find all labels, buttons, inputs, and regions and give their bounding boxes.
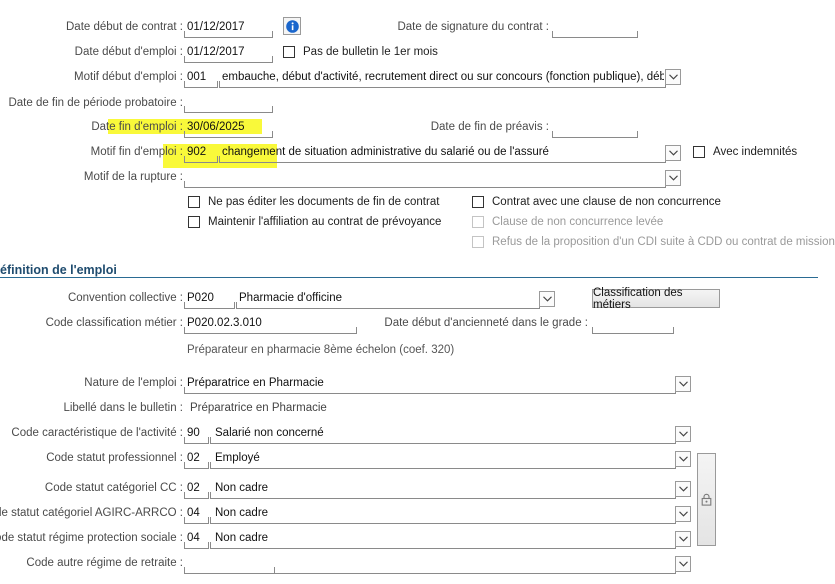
info-icon <box>285 19 299 33</box>
statut-pro-dropdown[interactable] <box>675 451 691 467</box>
autre-regime-dropdown[interactable] <box>675 556 691 572</box>
date-signature-field[interactable] <box>552 31 638 38</box>
chevron-down-icon <box>668 150 678 156</box>
motif-fin-code-field[interactable] <box>184 156 218 163</box>
clause-levee-label: Clause de non concurrence levée <box>492 216 664 228</box>
statut-regime-dropdown[interactable] <box>675 531 691 547</box>
chevron-down-icon <box>678 561 688 567</box>
date-anciennete-field[interactable] <box>592 327 674 334</box>
pas-bulletin-checkbox[interactable] <box>283 46 295 58</box>
statut-agirc-label: Code statut catégoriel AGIRC-ARRCO : <box>0 507 183 519</box>
motif-debut-code-field[interactable] <box>184 81 218 88</box>
date-fin-preavis-label: Date de fin de préavis : <box>430 121 549 133</box>
motif-rupture-dropdown[interactable] <box>665 170 681 186</box>
convention-dropdown[interactable] <box>539 291 555 307</box>
autre-regime-field[interactable] <box>184 567 676 574</box>
date-fin-preavis-field[interactable] <box>552 131 638 138</box>
statut-regime-label: Code statut régime protection sociale : <box>0 532 183 544</box>
motif-rupture-field[interactable] <box>184 181 666 188</box>
statut-pro-text-field[interactable] <box>210 462 676 469</box>
motif-debut-text-field[interactable] <box>219 81 666 88</box>
statut-agirc-dropdown[interactable] <box>675 506 691 522</box>
chevron-down-icon <box>678 536 688 542</box>
avec-indemnites-label: Avec indemnités <box>713 146 798 158</box>
date-debut-emploi-field[interactable] <box>184 56 273 63</box>
motif-fin-label: Motif fin d'emploi : <box>90 146 183 158</box>
chevron-down-icon <box>668 74 678 80</box>
autre-regime-separator <box>274 567 275 574</box>
refus-cdi-label: Refus de la proposition d'un CDI suite à… <box>492 236 835 248</box>
ne-pas-editer-label: Ne pas éditer les documents de fin de co… <box>208 196 440 208</box>
code-activite-text-field[interactable] <box>210 437 676 444</box>
maintenir-affiliation-label: Maintenir l'affiliation au contrat de pr… <box>208 216 442 228</box>
lock-icon <box>701 493 712 506</box>
statut-cat-cc-dropdown[interactable] <box>675 481 691 497</box>
statut-pro-code-field[interactable] <box>184 462 209 469</box>
refus-cdi-checkbox[interactable] <box>472 236 484 248</box>
motif-debut-dropdown[interactable] <box>665 69 681 85</box>
motif-debut-label: Motif début d'emploi : <box>74 71 183 83</box>
clause-levee-checkbox[interactable] <box>472 216 484 228</box>
nature-emploi-field[interactable] <box>184 387 676 394</box>
chevron-down-icon <box>678 511 688 517</box>
clause-non-concurrence-checkbox[interactable] <box>472 196 484 208</box>
chevron-down-icon <box>678 486 688 492</box>
statut-regime-code-field[interactable] <box>184 542 209 549</box>
date-debut-contrat-label: Date début de contrat : <box>66 21 183 33</box>
chevron-down-icon <box>542 296 552 302</box>
avec-indemnites-checkbox[interactable] <box>693 146 705 158</box>
ne-pas-editer-checkbox[interactable] <box>188 196 200 208</box>
libelle-bulletin-value: Préparatrice en Pharmacie <box>190 402 327 414</box>
chevron-down-icon <box>678 381 688 387</box>
statut-pro-label: Code statut professionnel : <box>46 452 183 464</box>
nature-emploi-label: Nature de l'emploi : <box>84 377 183 389</box>
chevron-down-icon <box>678 431 688 437</box>
date-signature-label: Date de signature du contrat : <box>397 21 549 33</box>
date-debut-emploi-label: Date début d'emploi : <box>74 46 183 58</box>
libelle-bulletin-label: Libellé dans le bulletin : <box>63 402 183 414</box>
date-fin-emploi-label: Date fin d'emploi : <box>91 121 183 133</box>
code-classification-field[interactable] <box>184 327 357 334</box>
statut-cat-cc-text-field[interactable] <box>210 492 676 499</box>
section-divider <box>0 277 818 278</box>
code-classification-label: Code classification métier : <box>45 317 183 329</box>
chevron-down-icon <box>668 175 678 181</box>
statut-agirc-code-field[interactable] <box>184 517 209 524</box>
convention-text-field[interactable] <box>236 302 540 309</box>
date-fin-emploi-field[interactable] <box>184 131 273 138</box>
chevron-down-icon <box>678 456 688 462</box>
section-title-emploi: éfinition de l'emploi <box>0 263 117 277</box>
date-anciennete-label: Date début d'ancienneté dans le grade : <box>384 317 588 329</box>
date-fin-probatoire-label: Date de fin de période probatoire : <box>8 97 183 109</box>
classification-metiers-button[interactable]: Classification des métiers <box>592 287 720 311</box>
date-debut-contrat-field[interactable] <box>184 31 273 38</box>
statut-regime-text-field[interactable] <box>210 542 676 549</box>
motif-rupture-label: Motif de la rupture : <box>83 171 183 183</box>
code-activite-dropdown[interactable] <box>675 426 691 442</box>
code-activite-code-field[interactable] <box>184 437 209 444</box>
date-fin-probatoire-field[interactable] <box>184 106 273 113</box>
classification-description: Préparateur en pharmacie 8ème échelon (c… <box>187 344 455 356</box>
lock-button[interactable] <box>697 453 716 546</box>
convention-label: Convention collective : <box>67 292 183 304</box>
motif-fin-text-field[interactable] <box>219 156 666 163</box>
statut-agirc-text-field[interactable] <box>210 517 676 524</box>
clause-non-concurrence-label: Contrat avec une clause de non concurren… <box>492 196 721 208</box>
statut-cat-cc-code-field[interactable] <box>184 492 209 499</box>
pas-bulletin-label: Pas de bulletin le 1er mois <box>303 46 438 58</box>
motif-fin-dropdown[interactable] <box>665 145 681 161</box>
code-activite-label: Code caractéristique de l'activité : <box>11 427 183 439</box>
statut-cat-cc-label: Code statut catégoriel CC : <box>44 482 183 494</box>
autre-regime-label: Code autre régime de retraite : <box>26 557 183 569</box>
convention-code-field[interactable] <box>184 302 235 309</box>
maintenir-affiliation-checkbox[interactable] <box>188 216 200 228</box>
nature-emploi-dropdown[interactable] <box>675 376 691 392</box>
info-button[interactable] <box>283 17 301 35</box>
